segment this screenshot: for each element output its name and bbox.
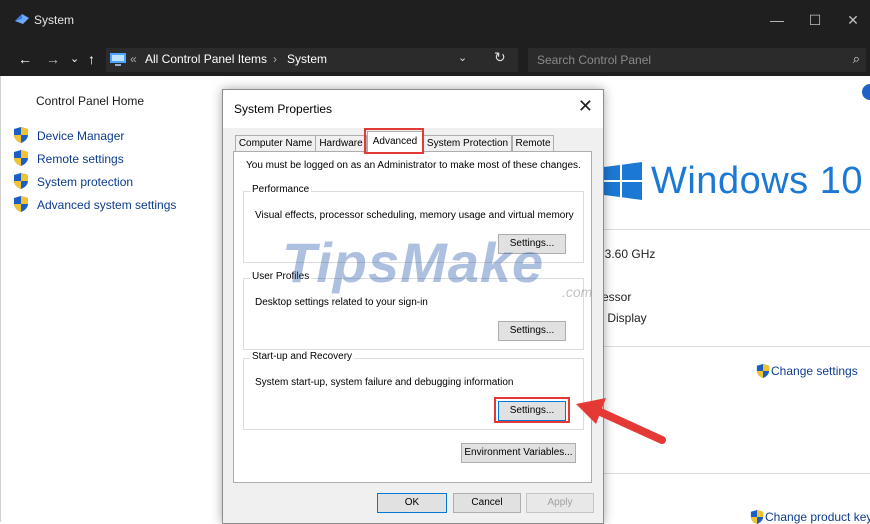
startup-recovery-group: Start-up and Recovery System start-up, s… xyxy=(243,351,584,430)
breadcrumb-all-items[interactable]: All Control Panel Items xyxy=(145,52,267,66)
performance-description: Visual effects, processor scheduling, me… xyxy=(255,210,574,221)
control-panel-home-link[interactable]: Control Panel Home xyxy=(36,94,144,108)
search-box[interactable]: Search Control Panel ⌕ xyxy=(528,48,866,72)
recent-locations-button[interactable]: ⌄ xyxy=(70,49,79,69)
windows-logo-icon xyxy=(604,162,642,200)
watermark-suffix: .com xyxy=(562,284,593,300)
system-properties-dialog: System Properties ✕ Computer Name Hardwa… xyxy=(222,89,604,524)
environment-variables-button[interactable]: Environment Variables... xyxy=(461,443,576,463)
advanced-tab-panel: You must be logged on as an Administrato… xyxy=(233,151,592,483)
performance-title: Performance xyxy=(250,184,312,195)
back-button[interactable]: ← xyxy=(18,49,32,69)
breadcrumb-separator: › xyxy=(273,52,277,66)
address-toolbar: ← → ⌄ ↑ « All Control Panel Items › Syst… xyxy=(0,44,870,76)
cancel-button[interactable]: Cancel xyxy=(453,493,521,513)
up-button[interactable]: ↑ xyxy=(88,49,95,69)
control-panel-icon xyxy=(110,53,126,66)
user-profiles-settings-button[interactable]: Settings... xyxy=(498,321,566,341)
sidebar-item-label: System protection xyxy=(37,175,134,189)
title-bar: System — ☐ ✕ xyxy=(0,0,870,44)
advanced-tab-highlight xyxy=(364,128,424,154)
startup-recovery-title: Start-up and Recovery xyxy=(250,351,355,362)
ok-button[interactable]: OK xyxy=(377,493,447,513)
forward-button[interactable]: → xyxy=(46,49,60,69)
section-divider xyxy=(602,473,870,474)
close-window-button[interactable]: ✕ xyxy=(836,7,870,33)
section-divider xyxy=(602,346,870,347)
dialog-close-button[interactable]: ✕ xyxy=(578,96,593,117)
tab-remote[interactable]: Remote xyxy=(512,135,554,152)
breadcrumb-system[interactable]: System xyxy=(287,52,327,66)
shield-icon xyxy=(14,127,28,143)
processor-text: essor xyxy=(602,290,632,304)
breadcrumb-overflow[interactable]: « xyxy=(130,52,137,66)
tab-system-protection[interactable]: System Protection xyxy=(423,135,512,152)
sidebar-item-label: Device Manager xyxy=(37,129,125,143)
processor-speed-text: : 3.60 GHz xyxy=(598,247,656,261)
dialog-title-bar: System Properties ✕ xyxy=(223,90,603,128)
shield-icon xyxy=(756,364,770,378)
search-input[interactable]: Search Control Panel xyxy=(537,53,651,67)
startup-recovery-description: System start-up, system failure and debu… xyxy=(255,377,514,388)
address-field[interactable]: « All Control Panel Items › System ⌄ ↻ xyxy=(106,48,518,72)
admin-note: You must be logged on as an Administrato… xyxy=(246,160,581,171)
red-pointer-arrow-icon xyxy=(576,398,666,444)
window-title: System xyxy=(34,13,75,27)
windows-edition-logo-text: Windows 10 xyxy=(651,160,863,202)
tab-computer-name[interactable]: Computer Name xyxy=(235,135,316,152)
change-settings-label: Change settings xyxy=(771,364,858,378)
display-text: s Display xyxy=(598,311,647,325)
minimize-button[interactable]: — xyxy=(760,7,794,33)
sidebar-item-label: Remote settings xyxy=(37,152,124,166)
help-icon[interactable] xyxy=(862,84,870,100)
shield-icon xyxy=(14,196,28,212)
system-app-icon xyxy=(15,14,29,24)
user-profiles-description: Desktop settings related to your sign-in xyxy=(255,297,428,308)
refresh-icon[interactable]: ↻ xyxy=(494,49,506,66)
search-icon[interactable]: ⌕ xyxy=(853,51,860,67)
shield-icon xyxy=(14,173,28,189)
dialog-title: System Properties xyxy=(234,102,333,116)
address-dropdown-icon[interactable]: ⌄ xyxy=(458,51,467,64)
change-settings-link[interactable]: Change settings xyxy=(756,364,858,378)
tipsmake-watermark: TipsMake xyxy=(282,231,545,294)
maximize-button[interactable]: ☐ xyxy=(798,7,832,33)
sidebar-item-label: Advanced system settings xyxy=(37,198,177,212)
tab-hardware[interactable]: Hardware xyxy=(315,135,367,152)
window-left-edge xyxy=(0,76,1,522)
startup-settings-highlight xyxy=(494,397,570,423)
section-divider xyxy=(602,229,870,230)
apply-button[interactable]: Apply xyxy=(526,493,594,513)
shield-icon xyxy=(14,150,28,166)
